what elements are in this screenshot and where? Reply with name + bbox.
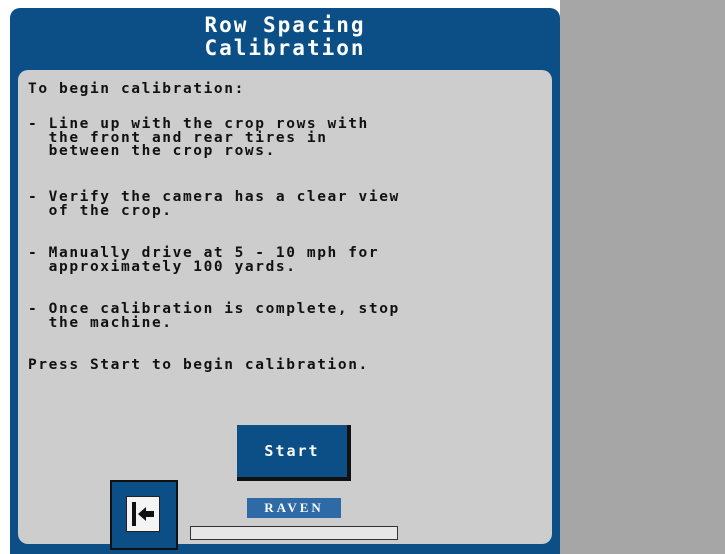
instructions-panel: To begin calibration: - Line up with the… [18,70,552,550]
progress-bar [190,526,398,540]
raven-logo: RAVEN [247,498,341,518]
title-line-1: Row Spacing [204,13,366,37]
exit-arrow-icon [126,496,160,532]
closing-text: Press Start to begin calibration. [28,357,369,373]
instruction-bullet: - Once calibration is complete, stop the… [28,301,400,331]
exit-arrow-icon-svg [132,502,154,526]
side-panel [560,0,725,554]
window-title: Row Spacing Calibration [10,14,560,60]
back-button[interactable] [110,480,178,550]
title-line-2: Calibration [204,36,366,60]
intro-text: To begin calibration: [28,81,245,97]
instruction-bullet: - Verify the camera has a clear view of … [28,189,400,219]
instruction-bullet: - Manually drive at 5 - 10 mph for appro… [28,245,380,275]
calibration-window: Row Spacing Calibration To begin calibra… [10,8,560,554]
start-button[interactable]: Start [237,425,351,481]
instruction-bullet: - Line up with the crop rows with the fr… [28,116,369,159]
